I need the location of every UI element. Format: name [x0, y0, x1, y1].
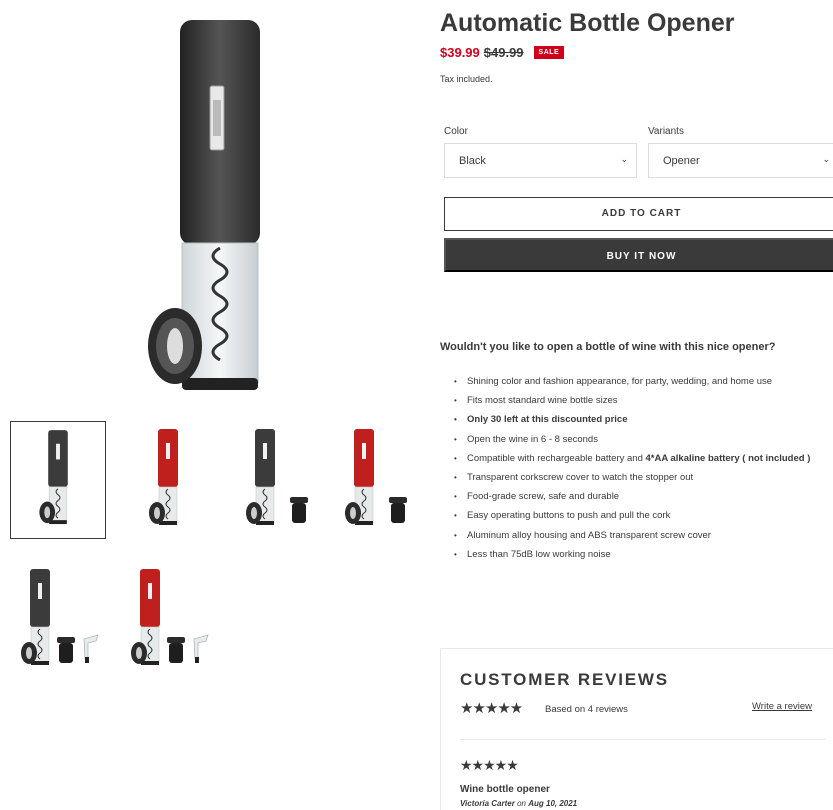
product-thumbnail-image [246, 429, 308, 525]
thumbnail-5[interactable] [10, 561, 106, 679]
review-stars-icon: ★★★★★ [460, 757, 519, 773]
variants-label: Variants [648, 126, 684, 137]
list-item: Shining color and fashion appearance, fo… [454, 376, 833, 388]
thumbnail-3[interactable] [229, 421, 325, 539]
main-product-image[interactable] [130, 8, 280, 398]
customer-reviews: CUSTOMER REVIEWS ★★★★★ Based on 4 review… [440, 648, 833, 810]
list-item: Only 30 left at this discounted price [454, 414, 833, 426]
review-on: on [517, 799, 526, 808]
product-thumbnail-image [21, 569, 99, 665]
review-date: Aug 10, 2021 [528, 799, 578, 808]
list-item: Compatible with rechargeable battery and… [454, 453, 833, 465]
list-item: Open the wine in 6 - 8 seconds [454, 434, 833, 446]
thumbnail-1[interactable] [10, 421, 106, 539]
feature-list: Shining color and fashion appearance, fo… [454, 376, 833, 568]
write-review-link[interactable]: Write a review [752, 701, 812, 712]
review-count: Based on 4 reviews [545, 704, 628, 715]
product-title: Automatic Bottle Opener [440, 9, 735, 37]
product-thumbnail-image [131, 569, 209, 665]
color-label: Color [444, 126, 468, 137]
regular-price: $49.99 [483, 45, 524, 60]
sale-price: $39.99 [440, 45, 480, 60]
description-heading: Wouldn't you like to open a bottle of wi… [440, 341, 776, 353]
color-select-value: Black [459, 155, 486, 167]
review-author: Victoria Carter [460, 799, 515, 808]
list-item: Food-grade screw, safe and durable [454, 491, 833, 503]
list-item-bold-text: 4*AA alkaline battery ( not included ) [645, 452, 811, 464]
review-title: Wine bottle opener [460, 784, 550, 795]
thumbnail-6[interactable] [120, 561, 216, 679]
sale-badge: SALE [533, 46, 565, 59]
variants-select[interactable]: Opener ⌄ [648, 143, 833, 178]
list-item: Aluminum alloy housing and ABS transpare… [454, 530, 833, 542]
rating-stars-icon: ★★★★★ [460, 700, 523, 717]
variants-select-value: Opener [663, 155, 700, 167]
review-meta: Victoria Carter on Aug 10, 2021 [460, 799, 577, 808]
list-item-text: Compatible with rechargeable battery and [467, 452, 646, 464]
list-item: Easy operating buttons to push and pull … [454, 510, 833, 522]
product-thumbnail-image [39, 430, 68, 525]
buy-it-now-button[interactable]: BUY IT NOW [444, 238, 833, 272]
chevron-down-icon: ⌄ [822, 154, 830, 164]
divider [460, 739, 826, 740]
list-item: Transparent corkscrew cover to watch the… [454, 472, 833, 484]
add-to-cart-button[interactable]: ADD TO CART [444, 197, 833, 231]
reviews-title: CUSTOMER REVIEWS [460, 670, 669, 689]
product-thumbnail-image [149, 429, 178, 525]
thumbnail-2[interactable] [120, 421, 216, 539]
product-thumbnail-image [345, 429, 407, 525]
tax-note: Tax included. [440, 74, 493, 84]
list-item: Fits most standard wine bottle sizes [454, 395, 833, 407]
color-select[interactable]: Black ⌄ [444, 143, 637, 178]
price-row: $39.99 $49.99 SALE [440, 45, 565, 60]
chevron-down-icon: ⌄ [620, 154, 628, 164]
list-item: Less than 75dB low working noise [454, 549, 833, 561]
thumbnail-4[interactable] [328, 421, 424, 539]
